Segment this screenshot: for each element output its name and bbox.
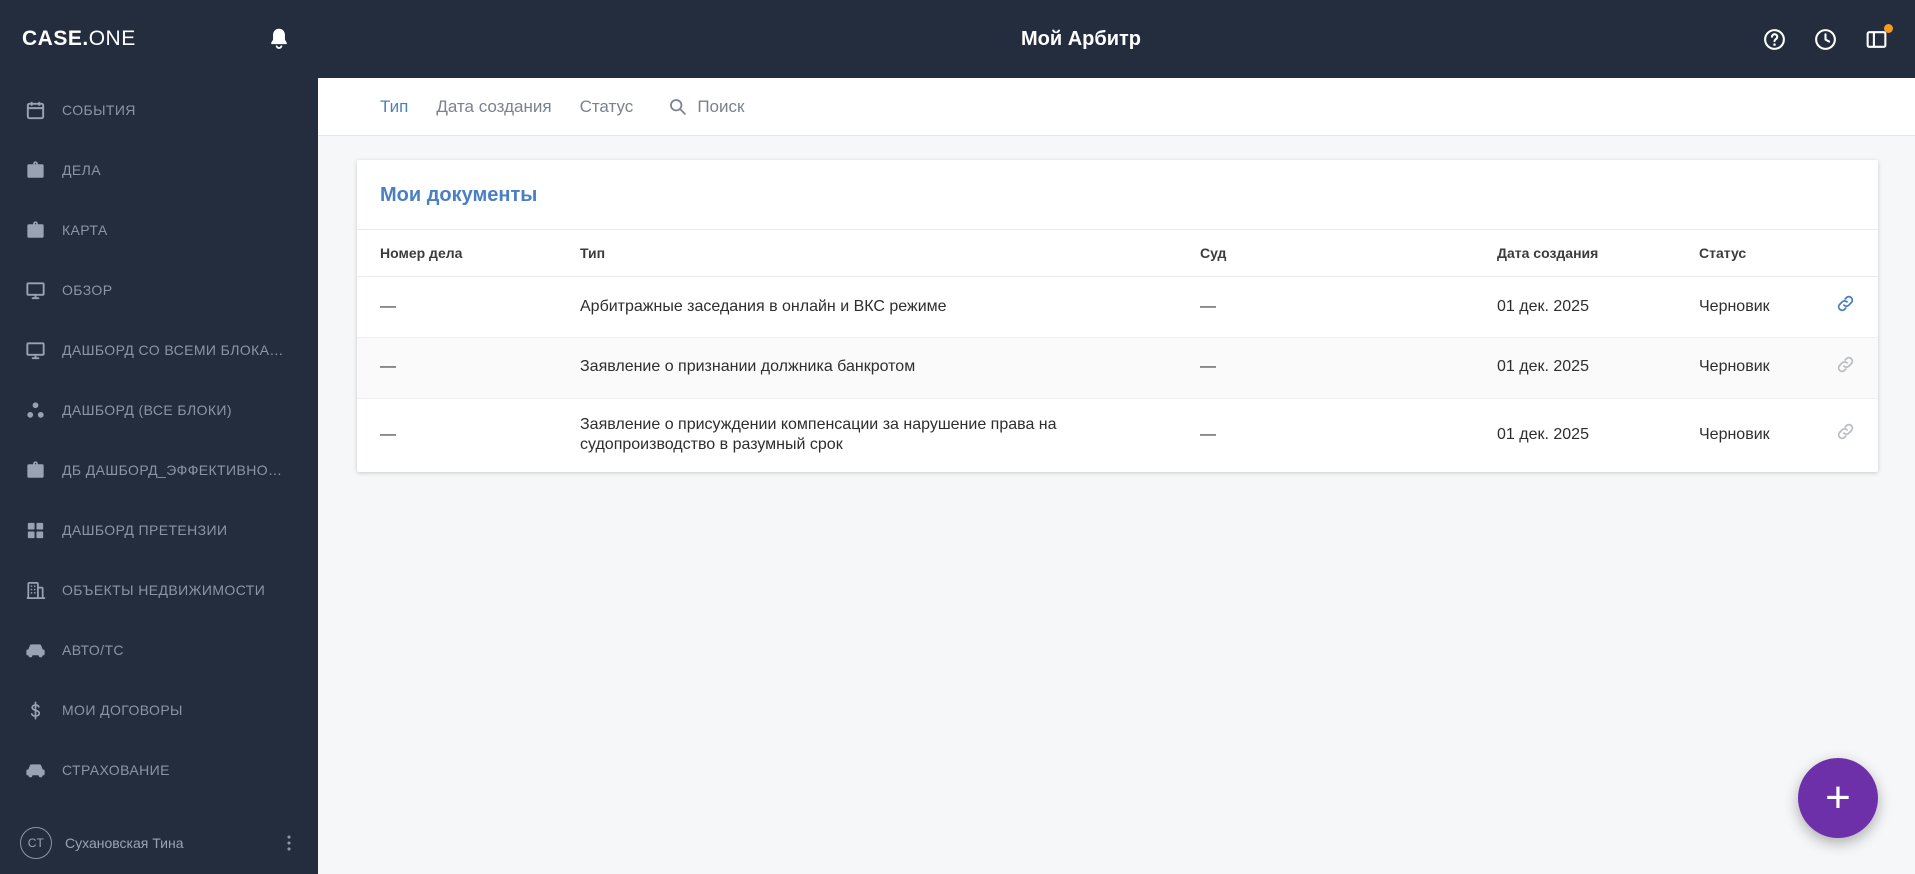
cell-created: 01 дек. 2025	[1497, 425, 1589, 443]
user-name: Сухановская Тина	[65, 835, 184, 851]
link-icon[interactable]	[1835, 354, 1856, 375]
sidebar-item-events[interactable]: СОБЫТИЯ	[0, 80, 318, 140]
filter-status[interactable]: Статус	[580, 97, 634, 117]
filter-bar: Тип Дата создания Статус	[318, 78, 1915, 136]
db-dashboard-icon	[24, 459, 47, 482]
app-logo-primary: CASE.	[22, 27, 89, 50]
documents-title: Мои документы	[380, 184, 538, 206]
dashboard-monitor-icon	[24, 339, 47, 362]
cell-type: Заявление о признании должника банкротом	[580, 337, 1200, 399]
app-logo-secondary: ONE	[88, 27, 136, 50]
sidebar-item-auto[interactable]: АВТО/ТС	[0, 620, 318, 680]
dashboard-claims-icon	[24, 519, 47, 542]
real-estate-icon	[24, 579, 47, 602]
cell-court: —	[1200, 337, 1497, 399]
table-row[interactable]: — Заявление о признании должника банкрот…	[357, 337, 1878, 399]
cell-type: Заявление о присуждении компенсации за н…	[580, 415, 1057, 454]
notification-dot	[1884, 23, 1893, 33]
documents-tbody: — Арбитражные заседания в онлайн и ВКС р…	[357, 276, 1878, 473]
filter-type[interactable]: Тип	[380, 97, 408, 117]
map-icon	[24, 219, 47, 242]
sidebar-user-row: СТ Сухановская Тина	[0, 812, 318, 874]
cell-status: Черновик	[1699, 276, 1832, 338]
topbar-actions	[1762, 23, 1915, 52]
topbar-left: CASE.ONE	[0, 26, 318, 52]
search-icon	[667, 96, 688, 117]
cases-icon	[24, 159, 47, 182]
documents-card: Мои документы Номер дела Тип Суд Дата со…	[357, 160, 1878, 473]
cell-court: —	[1200, 425, 1216, 443]
cell-case-number: —	[357, 276, 580, 338]
sidebar-item-db-dashboard-effective[interactable]: ДБ ДАШБОРД_ЭФФЕКТИВНО…	[0, 440, 318, 500]
cell-type: Арбитражные заседания в онлайн и ВКС реж…	[580, 276, 1200, 338]
sidebar-item-contracts[interactable]: МОИ ДОГОВОРЫ	[0, 680, 318, 740]
link-icon[interactable]	[1835, 421, 1856, 442]
insurance-icon	[24, 759, 47, 782]
sidebar-nav: СОБЫТИЯ ДЕЛА КАРТА ОБЗОР ДАШБОРД СО ВСЕМ…	[0, 78, 318, 812]
cell-created: 01 дек. 2025	[1497, 276, 1699, 338]
column-case-number: Номер дела	[357, 229, 580, 277]
topbar: CASE.ONE Мой Арбитр	[0, 0, 1915, 78]
auto-icon	[24, 639, 47, 662]
history-icon[interactable]	[1813, 27, 1838, 52]
contracts-icon	[24, 699, 47, 722]
content-area: Мои документы Номер дела Тип Суд Дата со…	[318, 136, 1915, 874]
documents-table: Номер дела Тип Суд Дата создания Статус …	[357, 229, 1878, 472]
searchbox	[667, 96, 938, 117]
add-document-fab[interactable]: +	[1798, 758, 1878, 838]
column-status: Статус	[1699, 229, 1832, 277]
sidebar-item-overview[interactable]: ОБЗОР	[0, 260, 318, 320]
column-court: Суд	[1200, 229, 1497, 277]
sidebar-item-cases[interactable]: ДЕЛА	[0, 140, 318, 200]
filter-created[interactable]: Дата создания	[436, 97, 551, 117]
avatar: СТ	[20, 827, 52, 859]
table-row[interactable]: — Заявление о присуждении компенсации за…	[357, 398, 1878, 472]
table-row[interactable]: — Арбитражные заседания в онлайн и ВКС р…	[357, 276, 1878, 338]
sidebar-item-dashboard-all-blocks[interactable]: ДАШБОРД СО ВСЕМИ БЛОКА…	[0, 320, 318, 380]
sidebar: СОБЫТИЯ ДЕЛА КАРТА ОБЗОР ДАШБОРД СО ВСЕМ…	[0, 78, 318, 874]
cell-created: 01 дек. 2025	[1497, 337, 1699, 399]
link-icon[interactable]	[1835, 293, 1856, 314]
column-type: Тип	[580, 229, 1200, 277]
events-icon	[24, 99, 47, 122]
app-logo: CASE.ONE	[22, 27, 136, 51]
cell-status: Черновик	[1699, 425, 1770, 443]
cell-court: —	[1200, 276, 1497, 338]
column-link	[1832, 229, 1878, 277]
cell-case-number: —	[380, 425, 396, 443]
help-icon[interactable]	[1762, 27, 1787, 52]
column-created: Дата создания	[1497, 229, 1699, 277]
kebab-menu-icon[interactable]	[278, 832, 300, 854]
panel-icon[interactable]	[1864, 23, 1893, 52]
overview-icon	[24, 279, 47, 302]
search-input[interactable]	[697, 96, 938, 117]
cell-status: Черновик	[1699, 337, 1832, 399]
sidebar-item-real-estate[interactable]: ОБЪЕКТЫ НЕДВИЖИМОСТИ	[0, 560, 318, 620]
table-header-row: Номер дела Тип Суд Дата создания Статус	[357, 229, 1878, 277]
cell-case-number: —	[357, 337, 580, 399]
sidebar-item-insurance[interactable]: СТРАХОВАНИЕ	[0, 740, 318, 800]
bell-icon[interactable]	[266, 26, 292, 52]
main-content: Тип Дата создания Статус Мои документы Н…	[318, 78, 1915, 874]
dashboard-blocks-icon	[24, 399, 47, 422]
page-title: Мой Арбитр	[1020, 27, 1142, 50]
sidebar-item-dashboard-vse-bloki[interactable]: ДАШБОРД (ВСЕ БЛОКИ)	[0, 380, 318, 440]
sidebar-item-map[interactable]: КАРТА	[0, 200, 318, 260]
sidebar-item-dashboard-claims[interactable]: ДАШБОРД ПРЕТЕНЗИИ	[0, 500, 318, 560]
